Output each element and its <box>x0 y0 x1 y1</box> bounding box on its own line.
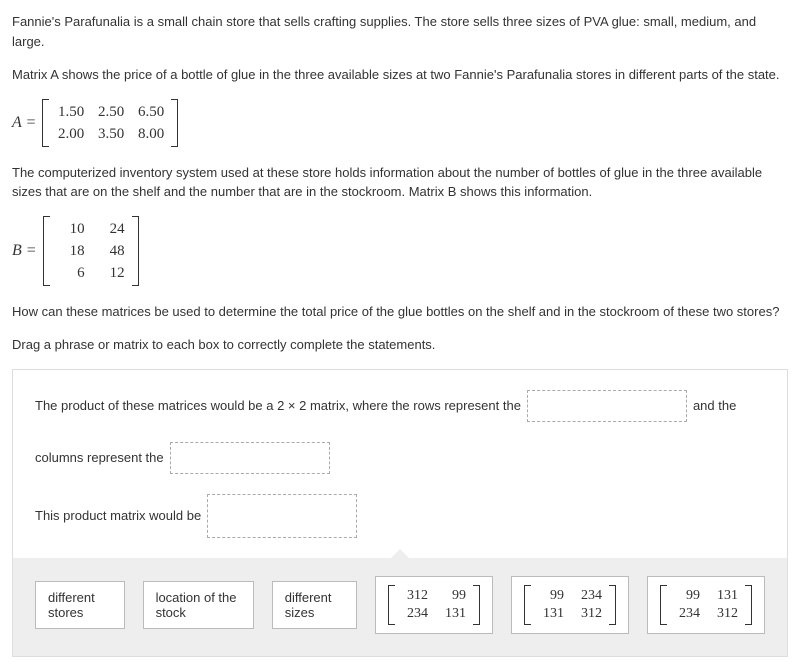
matrix-b-body: 10 18 6 24 48 12 <box>43 216 139 286</box>
chip-matrix-cell: 234 <box>576 587 602 605</box>
matrix-a: A = 1.50 2.00 2.50 3.50 6.50 8.00 <box>12 99 788 147</box>
chip-matrix-cell: 99 <box>538 587 564 605</box>
chip-matrix-cell: 131 <box>538 605 564 623</box>
chip-matrix-cell: 99 <box>440 587 466 605</box>
chip-matrix-cell: 234 <box>402 605 428 623</box>
question-text: How can these matrices be used to determ… <box>12 302 788 322</box>
matrix-b-cell: 6 <box>57 262 85 284</box>
chip-location-of-stock[interactable]: location of the stock <box>143 581 254 629</box>
chip-matrix-cell: 312 <box>576 605 602 623</box>
matrix-a-cell: 8.00 <box>136 123 164 145</box>
chip-different-stores[interactable]: different stores <box>35 581 125 629</box>
matrix-b-cell: 24 <box>97 218 125 240</box>
matrix-b-cell: 12 <box>97 262 125 284</box>
chip-matrix-cell: 312 <box>402 587 428 605</box>
statement-1: The product of these matrices would be a… <box>35 390 765 422</box>
matrix-a-lhs: A = <box>12 114 36 132</box>
chip-matrix-cell: 99 <box>674 587 700 605</box>
chip-matrix-2[interactable]: 99 131 234 312 <box>511 576 629 634</box>
statement-1b-text: and the <box>693 392 736 420</box>
chip-matrix-3-body: 99 234 131 312 <box>660 585 752 625</box>
statement-1a-text: The product of these matrices would be a… <box>35 392 521 420</box>
mid-paragraph: The computerized inventory system used a… <box>12 163 788 202</box>
statement-2a-text: columns represent the <box>35 444 164 472</box>
matrix-a-cell: 2.50 <box>96 101 124 123</box>
statement-3a-text: This product matrix would be <box>35 502 201 530</box>
matrix-a-cell: 1.50 <box>56 101 84 123</box>
dropzone-product-matrix[interactable] <box>207 494 357 538</box>
chip-different-sizes[interactable]: different sizes <box>272 581 357 629</box>
chip-matrix-cell: 131 <box>712 587 738 605</box>
chip-matrix-1[interactable]: 312 234 99 131 <box>375 576 493 634</box>
matrix-b: B = 10 18 6 24 48 12 <box>12 216 788 286</box>
matrix-a-cell: 6.50 <box>136 101 164 123</box>
intro-paragraph-1: Fannie's Parafunalia is a small chain st… <box>12 12 788 51</box>
intro-paragraph-2: Matrix A shows the price of a bottle of … <box>12 65 788 85</box>
matrix-a-body: 1.50 2.00 2.50 3.50 6.50 8.00 <box>42 99 178 147</box>
dropzone-rows[interactable] <box>527 390 687 422</box>
dropzone-columns[interactable] <box>170 442 330 474</box>
statement-3: This product matrix would be <box>35 494 765 538</box>
matrix-a-cell: 3.50 <box>96 123 124 145</box>
chip-matrix-cell: 312 <box>712 605 738 623</box>
chip-matrix-cell: 234 <box>674 605 700 623</box>
matrix-a-cell: 2.00 <box>56 123 84 145</box>
matrix-b-lhs: B = <box>12 242 37 260</box>
statement-2: columns represent the <box>35 442 765 474</box>
chip-matrix-3[interactable]: 99 234 131 312 <box>647 576 765 634</box>
chip-matrix-1-body: 312 234 99 131 <box>388 585 480 625</box>
chip-matrix-2-body: 99 131 234 312 <box>524 585 616 625</box>
matrix-b-cell: 18 <box>57 240 85 262</box>
instruction-text: Drag a phrase or matrix to each box to c… <box>12 335 788 355</box>
answer-panel: The product of these matrices would be a… <box>12 369 788 657</box>
chip-matrix-cell: 131 <box>440 605 466 623</box>
matrix-b-cell: 10 <box>57 218 85 240</box>
chip-tray: different stores location of the stock d… <box>13 558 787 656</box>
matrix-b-cell: 48 <box>97 240 125 262</box>
